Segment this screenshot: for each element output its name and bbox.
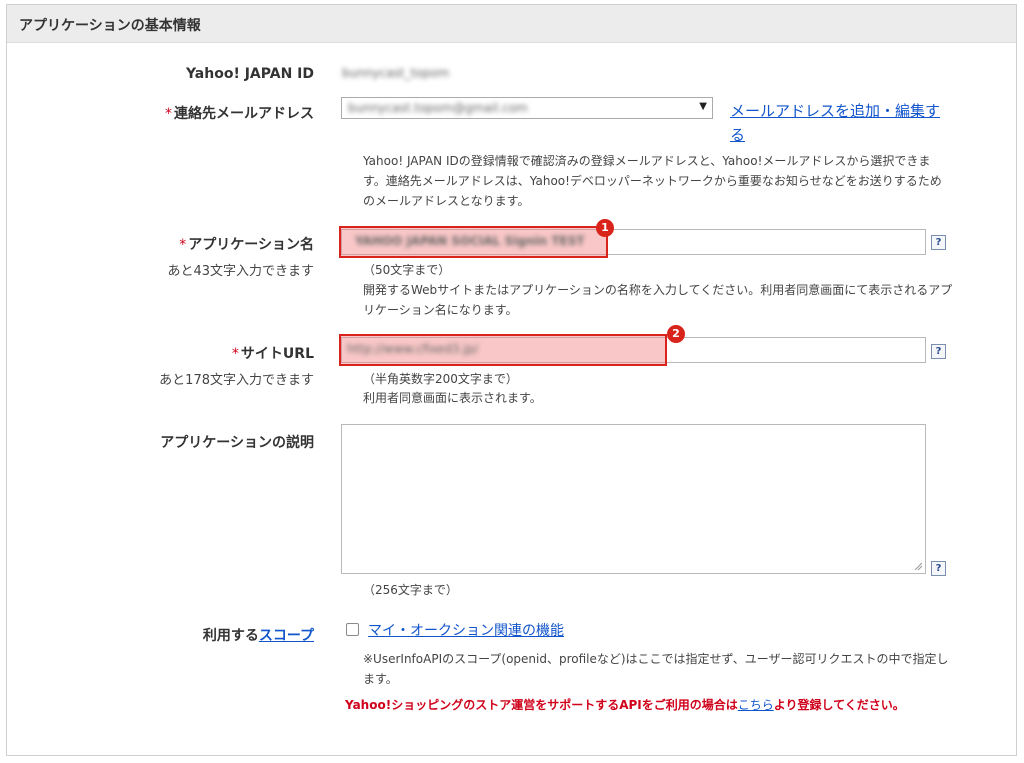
help-icon[interactable]: ? (931, 344, 946, 359)
email-selected-value: bunnycast.topom@gmail.com (348, 101, 528, 115)
app-name-note: 開発するWebサイトまたはアプリケーションの名称を入力してください。利用者同意画… (363, 283, 953, 317)
description-limit: （256文字まで） (363, 583, 458, 597)
scope-option-link[interactable]: マイ・オークション関連の機能 (368, 620, 564, 640)
description-label: アプリケーションの説明 (160, 435, 314, 451)
resize-handle-icon[interactable] (913, 561, 923, 571)
site-url-value: http://www.cfixed3.jp/ (347, 342, 479, 356)
yahoo-id-label: Yahoo! JAPAN ID (185, 66, 314, 82)
site-url-note: 利用者同意画面に表示されます。 (363, 391, 542, 405)
scope-link[interactable]: スコープ (259, 628, 314, 644)
site-url-remaining: あと178文字入力できます (159, 373, 314, 388)
required-mark: * (179, 237, 187, 253)
scope-checkbox[interactable] (346, 623, 359, 636)
required-mark: * (231, 346, 239, 362)
site-url-highlight: http://www.cfixed3.jp/ (339, 334, 667, 366)
shopping-api-warning: Yahoo!ショッピングのストア運営をサポートするAPIをご利用の場合はこちらよ… (345, 694, 955, 716)
step-badge-1: 1 (596, 219, 614, 237)
email-label-text: 連絡先メールアドレス (174, 106, 314, 122)
app-name-highlight: YAHOO JAPAN SOCIAL Signin TEST (339, 226, 608, 258)
warning-link[interactable]: こちら (738, 698, 774, 712)
step-badge-2: 2 (667, 325, 685, 343)
email-note: Yahoo! JAPAN IDの登録情報で確認済みの登録メールアドレスと、Yah… (363, 154, 942, 208)
scope-note: ※UserInfoAPIのスコープ(openid、profileなど)はここでは… (363, 652, 949, 686)
chevron-down-icon: ▼ (699, 101, 707, 112)
section-header: アプリケーションの基本情報 (7, 5, 1016, 43)
yahoo-id-value: bunnycast_topom (342, 66, 450, 80)
app-name-label: * アプリケーション名 (179, 234, 314, 254)
app-name-label-text: アプリケーション名 (188, 237, 314, 253)
site-url-label: * サイトURL (232, 343, 314, 363)
warning-text-before: Yahoo!ショッピングのストア運営をサポートするAPIをご利用の場合は (345, 698, 738, 712)
site-url-label-text: サイトURL (240, 346, 314, 362)
email-label: * 連絡先メールアドレス (165, 103, 314, 123)
scope-label: 利用するスコープ (203, 625, 314, 645)
app-name-value: YAHOO JAPAN SOCIAL Signin TEST (355, 234, 585, 248)
add-email-link[interactable]: メールアドレスを追加・編集する (730, 99, 945, 147)
site-url-limit: （半角英数字200文字まで） (363, 372, 518, 386)
description-textarea[interactable] (341, 424, 926, 574)
email-select[interactable]: bunnycast.topom@gmail.com ▼ (341, 97, 713, 119)
warning-text-after: より登録してください。 (773, 698, 905, 712)
scope-label-prefix: 利用する (202, 628, 259, 644)
app-name-limit: （50文字まで） (363, 263, 451, 277)
required-mark: * (165, 106, 172, 122)
section-title: アプリケーションの基本情報 (19, 18, 201, 34)
help-icon[interactable]: ? (931, 561, 946, 576)
app-name-remaining: あと43文字入力できます (167, 264, 314, 279)
help-icon[interactable]: ? (931, 235, 946, 250)
